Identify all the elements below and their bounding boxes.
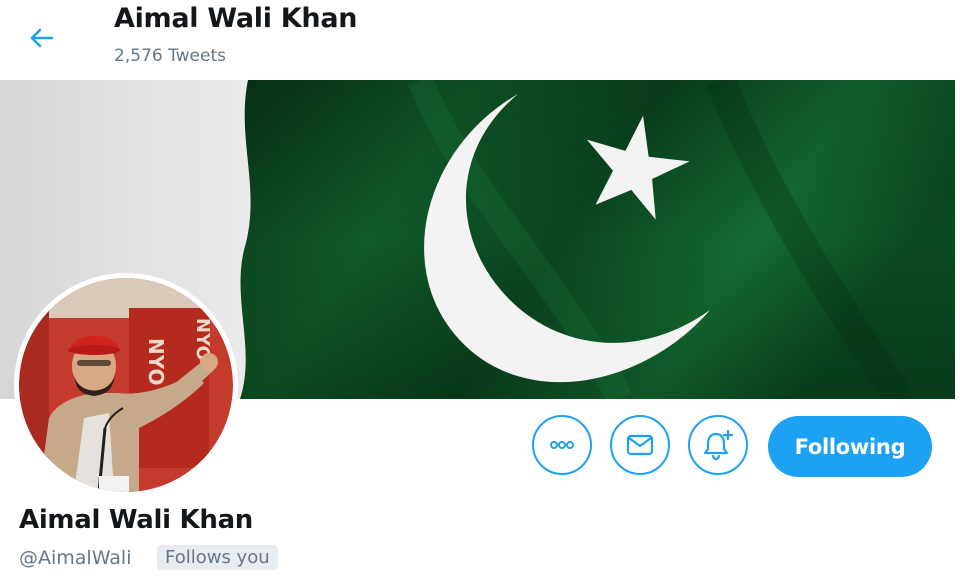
avatar[interactable]: NYO NYO [14,273,238,497]
tweet-count: 2,576 Tweets [114,46,226,66]
following-button[interactable]: Following [768,416,932,477]
profile-header: Aimal Wali Khan 2,576 Tweets [0,0,960,80]
envelope-icon [626,434,654,456]
profile-page: Aimal Wali Khan 2,576 Tweets Following N… [0,0,960,584]
follows-you-badge: Follows you [157,545,278,570]
header-title: Aimal Wali Khan [114,3,358,34]
more-options-button[interactable] [532,415,592,475]
more-icon [550,441,574,449]
back-arrow-icon [30,28,54,48]
bell-plus-icon [703,429,734,461]
profile-handle: @AimalWali [19,547,132,569]
notifications-button[interactable] [688,415,748,475]
message-button[interactable] [610,415,670,475]
profile-photo: NYO NYO [19,278,233,492]
sign-text: NYO [144,338,168,386]
back-button[interactable] [22,18,62,58]
profile-name: Aimal Wali Khan [19,505,254,535]
